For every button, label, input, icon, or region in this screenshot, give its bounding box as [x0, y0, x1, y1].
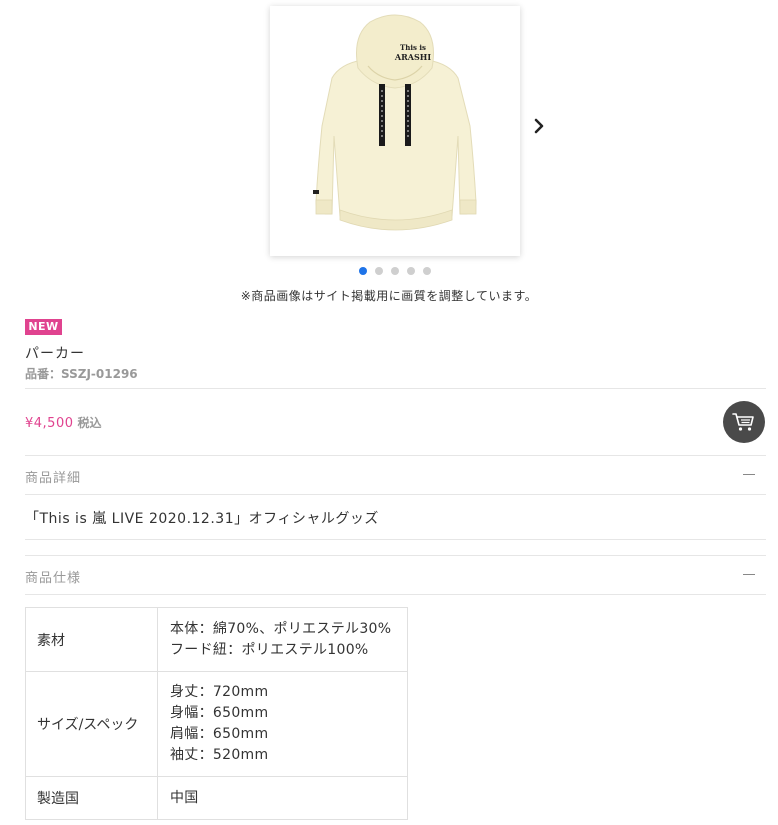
carousel-dot[interactable]	[375, 267, 383, 275]
new-badge: NEW	[25, 319, 62, 335]
table-row: サイズ/スペック 身丈：720mm 身幅：650mm 肩幅：650mm 袖丈：5…	[25, 671, 408, 777]
hood-print-line2: ARASHI	[394, 52, 431, 62]
carousel-dot[interactable]	[391, 267, 399, 275]
spec-line: 身幅：650mm	[170, 705, 269, 721]
spec-label: 素材	[25, 607, 158, 672]
product-name: パーカー	[25, 346, 85, 362]
minus-icon	[743, 474, 755, 475]
divider	[25, 388, 766, 389]
carousel-dot[interactable]	[407, 267, 415, 275]
spec-line: 身丈：720mm	[170, 684, 269, 700]
table-row: 製造国 中国	[25, 776, 408, 820]
spec-label: サイズ/スペック	[25, 671, 158, 777]
product-details-header[interactable]: 商品詳細	[25, 456, 766, 494]
spec-value: 本体：綿70%、ポリエステル30% フード紐：ポリエステル100%	[157, 607, 408, 672]
spec-line: 中国	[170, 789, 199, 806]
carousel-dots	[359, 267, 431, 275]
spec-line: 肩幅：650mm	[170, 726, 269, 742]
product-gallery: This is ARASHI ※商品画像はサイト掲載用に画質を調整しています。	[0, 0, 778, 310]
spec-label: 製造国	[25, 776, 158, 820]
price-row: ¥4,500 税込	[25, 414, 102, 431]
tax-label: 税込	[77, 416, 102, 430]
divider	[25, 594, 766, 595]
cart-icon	[732, 413, 754, 431]
next-image-button[interactable]	[529, 115, 549, 137]
spec-value: 中国	[157, 776, 408, 820]
product-details-text: 「This is 嵐 LIVE 2020.12.31」オフィシャルグッズ	[25, 511, 379, 527]
spec-line: 本体：綿70%、ポリエステル30%	[170, 620, 392, 637]
carousel-dot[interactable]	[359, 267, 367, 275]
product-image[interactable]: This is ARASHI	[270, 6, 520, 256]
chevron-right-icon	[534, 118, 544, 134]
spec-table: 素材 本体：綿70%、ポリエステル30% フード紐：ポリエステル100% サイズ…	[25, 607, 408, 820]
divider	[25, 494, 766, 495]
product-price: ¥4,500	[25, 416, 74, 431]
minus-icon	[743, 574, 755, 575]
hood-print-line1: This is	[400, 43, 426, 52]
carousel-dot[interactable]	[423, 267, 431, 275]
add-to-cart-button[interactable]	[723, 401, 765, 443]
product-details-title: 商品詳細	[25, 471, 82, 486]
spec-line: フード紐：ポリエステル100%	[170, 641, 369, 658]
product-sku: 品番：SSZJ-01296	[25, 367, 138, 381]
table-row: 素材 本体：綿70%、ポリエステル30% フード紐：ポリエステル100%	[25, 607, 408, 672]
image-quality-note: ※商品画像はサイト掲載用に画質を調整しています。	[240, 289, 538, 303]
product-specs-header[interactable]: 商品仕様	[25, 556, 766, 594]
spec-value: 身丈：720mm 身幅：650mm 肩幅：650mm 袖丈：520mm	[157, 671, 408, 777]
product-specs-title: 商品仕様	[25, 571, 82, 586]
hoodie-illustration: This is ARASHI	[313, 14, 477, 231]
divider	[25, 539, 766, 540]
spec-line: 袖丈：520mm	[170, 747, 269, 763]
